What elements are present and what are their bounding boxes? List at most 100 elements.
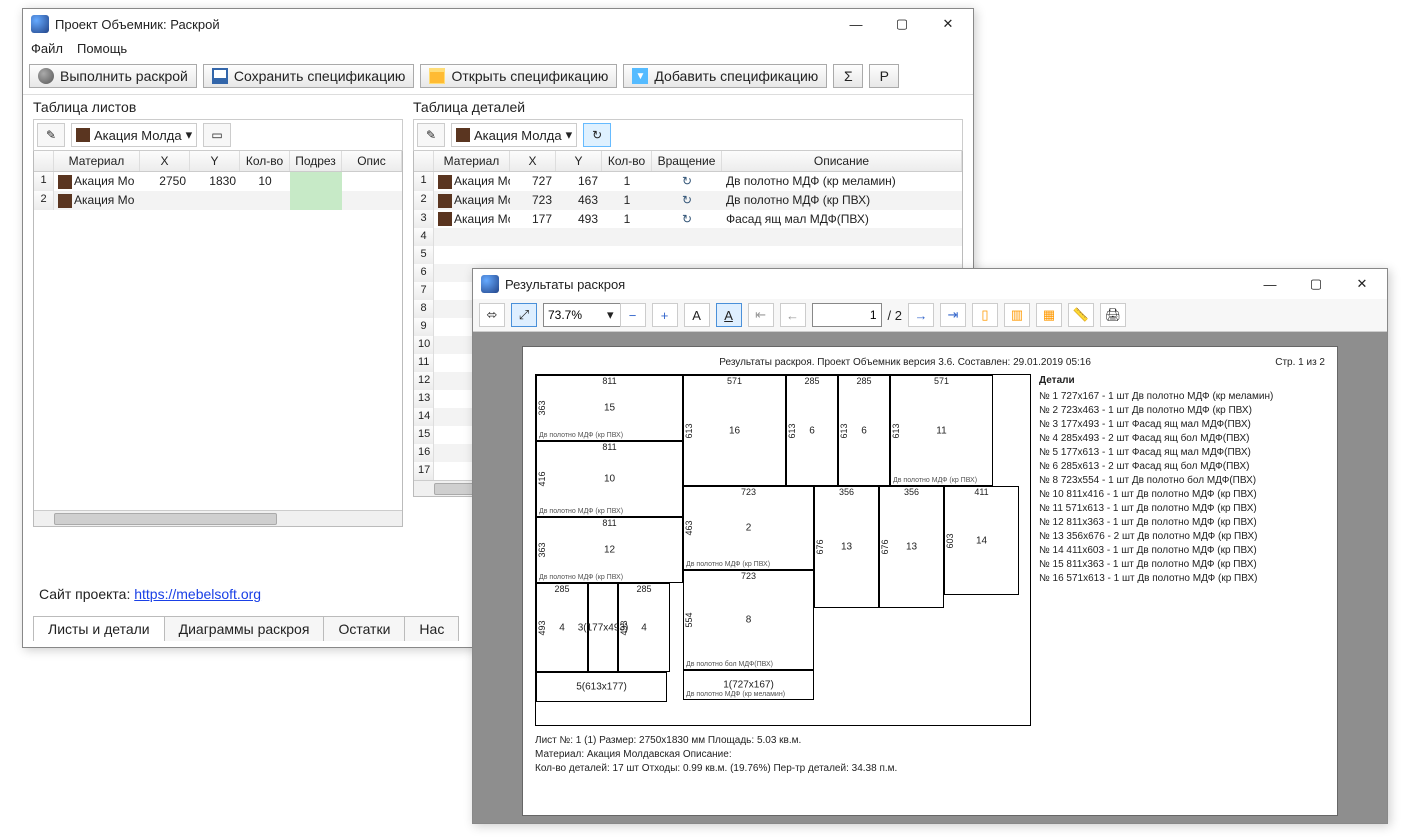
cut-piece: 2723463Дв полотно МДФ (кр ПВХ) bbox=[683, 486, 814, 570]
cut-piece: 11571613Дв полотно МДФ (кр ПВХ) bbox=[890, 375, 993, 486]
tab-scraps[interactable]: Остатки bbox=[323, 616, 405, 641]
page-header: Результаты раскроя. Проект Объемник верс… bbox=[535, 357, 1275, 368]
fit-width-icon[interactable]: ⬄ bbox=[479, 303, 505, 327]
maximize-button[interactable]: ▢ bbox=[1293, 270, 1339, 298]
tab-diagrams[interactable]: Диаграммы раскроя bbox=[164, 616, 325, 641]
detail-line: № 4 285x493 - 2 шт Фасад ящ бол МДФ(ПВХ) bbox=[1039, 432, 1273, 446]
cut-piece: 5(613x177) bbox=[536, 672, 667, 702]
page-total: / 2 bbox=[888, 308, 902, 323]
cutting-diagram: 15811363Дв полотно МДФ (кр ПВХ)165716136… bbox=[535, 374, 1031, 726]
site-link[interactable]: https://mebelsoft.org bbox=[134, 586, 261, 602]
add-spec-button[interactable]: Добавить спецификацию bbox=[623, 64, 827, 88]
zoom-in-icon[interactable]: + bbox=[652, 303, 678, 327]
close-button[interactable]: ✕ bbox=[925, 10, 971, 38]
text-tool-icon[interactable]: A bbox=[684, 303, 710, 327]
p-button[interactable]: P bbox=[869, 64, 899, 88]
detail-line: № 5 177x613 - 1 шт Фасад ящ мал МДФ(ПВХ) bbox=[1039, 446, 1273, 460]
cut-piece: 13356676 bbox=[879, 486, 944, 608]
ruler-icon[interactable]: 📏 bbox=[1068, 303, 1094, 327]
last-page-icon[interactable]: ⇥ bbox=[940, 303, 966, 327]
main-menubar: Файл Помощь bbox=[23, 39, 973, 58]
material-swatch bbox=[76, 128, 90, 142]
parts-title: Таблица деталей bbox=[413, 95, 963, 119]
print-icon[interactable]: 🖨 bbox=[1100, 303, 1126, 327]
minimize-button[interactable]: — bbox=[1247, 270, 1293, 298]
table-row[interactable]: 1 Акация Мо 2750 1830 10 bbox=[34, 172, 402, 191]
save-spec-button[interactable]: Сохранить спецификацию bbox=[203, 64, 415, 88]
menu-file[interactable]: Файл bbox=[31, 41, 63, 56]
cut-piece: 10811416Дв полотно МДФ (кр ПВХ) bbox=[536, 441, 683, 517]
tab-settings[interactable]: Нас bbox=[404, 616, 459, 641]
run-cut-button[interactable]: Выполнить раскрой bbox=[29, 64, 197, 88]
close-button[interactable]: ✕ bbox=[1339, 270, 1385, 298]
menu-help[interactable]: Помощь bbox=[77, 41, 127, 56]
zoom-input[interactable] bbox=[543, 303, 623, 327]
detail-line: № 15 811x363 - 1 шт Дв полотно МДФ (кр П… bbox=[1039, 558, 1273, 572]
detail-line: № 11 571x613 - 1 шт Дв полотно МДФ (кр П… bbox=[1039, 502, 1273, 516]
cut-piece: 14411603 bbox=[944, 486, 1019, 595]
table-row[interactable]: 5 bbox=[414, 246, 962, 264]
results-title: Результаты раскроя bbox=[505, 277, 1247, 292]
add-icon bbox=[632, 68, 648, 84]
detail-line: № 10 811x416 - 1 шт Дв полотно МДФ (кр П… bbox=[1039, 488, 1273, 502]
zoom-out-icon[interactable]: − bbox=[620, 303, 646, 327]
select-tool-icon[interactable]: A bbox=[716, 303, 742, 327]
view-two-icon[interactable]: ▦ bbox=[1036, 303, 1062, 327]
detail-line: № 13 356x676 - 2 шт Дв полотно МДФ (кр П… bbox=[1039, 530, 1273, 544]
main-toolbar: Выполнить раскрой Сохранить спецификацию… bbox=[23, 58, 973, 95]
cut-piece: 16571613 bbox=[683, 375, 786, 486]
prev-page-icon[interactable]: ← bbox=[780, 303, 806, 327]
app-icon bbox=[481, 275, 499, 293]
table-row[interactable]: 2 Акация Мо 723 463 1 Дв полотно МДФ (кр… bbox=[414, 191, 962, 210]
cut-piece: 4285493 bbox=[618, 583, 670, 672]
cut-piece: 13356676 bbox=[814, 486, 879, 608]
parts-material-select[interactable]: Акация Молда▾ bbox=[451, 123, 577, 147]
detail-line: № 16 571x613 - 1 шт Дв полотно МДФ (кр П… bbox=[1039, 572, 1273, 586]
open-spec-button[interactable]: Открыть спецификацию bbox=[420, 64, 617, 88]
sheets-hscroll[interactable] bbox=[34, 510, 402, 526]
detail-line: № 14 411x603 - 1 шт Дв полотно МДФ (кр П… bbox=[1039, 544, 1273, 558]
run-icon bbox=[38, 68, 54, 84]
minimize-button[interactable]: — bbox=[833, 10, 879, 38]
detail-line: № 2 723x463 - 1 шт Дв полотно МДФ (кр ПВ… bbox=[1039, 404, 1273, 418]
page-number-label: Стр. 1 из 2 bbox=[1275, 357, 1325, 368]
results-window: Результаты раскроя — ▢ ✕ ⬄ ⤢ ▾ − + A A ⇤… bbox=[472, 268, 1388, 824]
cut-piece: 6285613 bbox=[838, 375, 890, 486]
detail-line: № 1 727x167 - 1 шт Дв полотно МДФ (кр ме… bbox=[1039, 390, 1273, 404]
detail-line: № 6 285x613 - 2 шт Фасад ящ бол МДФ(ПВХ) bbox=[1039, 460, 1273, 474]
save-icon bbox=[212, 68, 228, 84]
tab-sheets-parts[interactable]: Листы и детали bbox=[33, 616, 165, 641]
open-icon bbox=[429, 68, 445, 84]
sheets-title: Таблица листов bbox=[33, 95, 403, 119]
view-continuous-icon[interactable]: ▥ bbox=[1004, 303, 1030, 327]
cut-piece: 15811363Дв полотно МДФ (кр ПВХ) bbox=[536, 375, 683, 441]
next-page-icon[interactable]: → bbox=[908, 303, 934, 327]
sheets-tool-rect[interactable]: ▭ bbox=[203, 123, 231, 147]
sheets-material-select[interactable]: Акация Молда▾ bbox=[71, 123, 197, 147]
sheet-summary: Лист №: 1 (1) Размер: 2750x1830 мм Площа… bbox=[535, 734, 1325, 776]
cut-piece: 12811363Дв полотно МДФ (кр ПВХ) bbox=[536, 517, 683, 583]
sigma-button[interactable]: Σ bbox=[833, 64, 863, 88]
table-row[interactable]: 4 bbox=[414, 228, 962, 246]
main-title: Проект Объемник: Раскрой bbox=[55, 17, 833, 32]
rotate-icon bbox=[682, 193, 692, 207]
maximize-button[interactable]: ▢ bbox=[879, 10, 925, 38]
table-row[interactable]: 1 Акация Мо 727 167 1 Дв полотно МДФ (кр… bbox=[414, 172, 962, 191]
table-row[interactable]: 3 Акация Мо 177 493 1 Фасад ящ мал МДФ(П… bbox=[414, 210, 962, 229]
cut-piece: 6285613 bbox=[786, 375, 838, 486]
parts-tool-refresh[interactable]: ↻ bbox=[583, 123, 611, 147]
table-row[interactable]: 2 Акация Мо bbox=[34, 191, 402, 210]
results-toolbar: ⬄ ⤢ ▾ − + A A ⇤ ← / 2 → ⇥ ▯ ▥ ▦ 📏 🖨 bbox=[473, 299, 1387, 332]
results-page: Результаты раскроя. Проект Объемник верс… bbox=[522, 346, 1338, 816]
first-page-icon[interactable]: ⇤ bbox=[748, 303, 774, 327]
page-input[interactable] bbox=[812, 303, 882, 327]
cut-piece: 3(177x493) bbox=[588, 583, 618, 672]
detail-line: № 8 723x554 - 1 шт Дв полотно бол МДФ(ПВ… bbox=[1039, 474, 1273, 488]
cut-piece: 8723554Дв полотно бол МДФ(ПВХ) bbox=[683, 570, 814, 670]
view-single-icon[interactable]: ▯ bbox=[972, 303, 998, 327]
fit-page-icon[interactable]: ⤢ bbox=[511, 303, 537, 327]
sheets-tool-pen[interactable]: ✎ bbox=[37, 123, 65, 147]
results-titlebar: Результаты раскроя — ▢ ✕ bbox=[473, 269, 1387, 299]
results-canvas[interactable]: Результаты раскроя. Проект Объемник верс… bbox=[473, 332, 1387, 823]
parts-tool-pen[interactable]: ✎ bbox=[417, 123, 445, 147]
